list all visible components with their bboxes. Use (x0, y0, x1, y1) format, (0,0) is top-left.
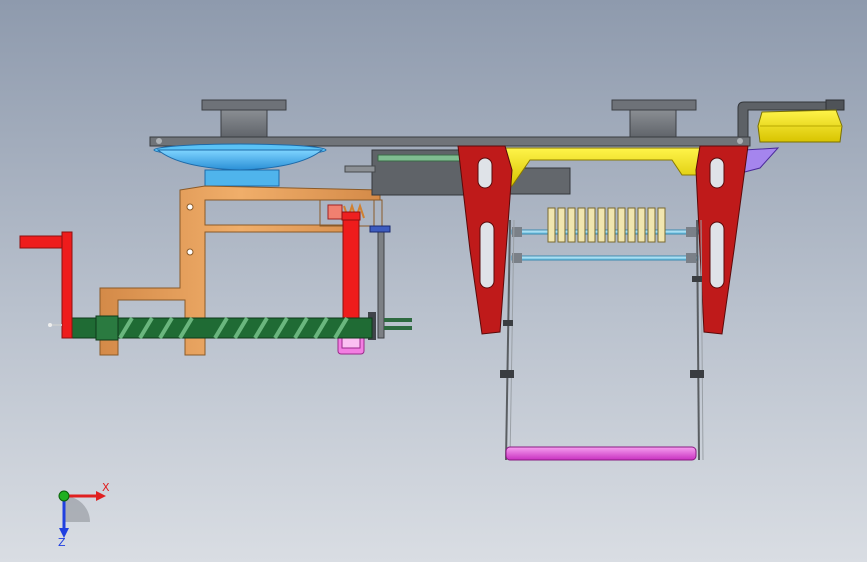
side-plate[interactable] (368, 225, 412, 340)
top-mount-right[interactable] (611, 99, 697, 141)
magenta-bar[interactable] (505, 446, 697, 461)
red-arm-right[interactable] (695, 145, 749, 335)
y-axis-dot (58, 490, 70, 502)
orientation-triad[interactable]: X Z (40, 480, 110, 546)
plate-bolt-right (737, 138, 743, 144)
top-mount-left[interactable] (201, 99, 287, 141)
plate-bolt-left (156, 138, 162, 144)
disc-spring-stack[interactable] (547, 207, 666, 243)
bracket-hole-2 (186, 248, 194, 256)
red-arm-left[interactable] (457, 145, 513, 335)
lead-screw[interactable] (71, 315, 373, 341)
blue-pulley[interactable] (153, 143, 327, 187)
handle-grip-yellow[interactable] (757, 109, 843, 143)
assembly-model[interactable] (0, 0, 867, 562)
triad-shadow (64, 496, 90, 522)
cad-viewport[interactable]: X Z (0, 0, 867, 562)
x-axis-label: X (102, 481, 110, 494)
red-lever[interactable] (341, 211, 361, 331)
z-axis-label: Z (58, 536, 66, 546)
hand-crank[interactable] (19, 231, 73, 339)
bracket-hole-1 (186, 203, 194, 211)
